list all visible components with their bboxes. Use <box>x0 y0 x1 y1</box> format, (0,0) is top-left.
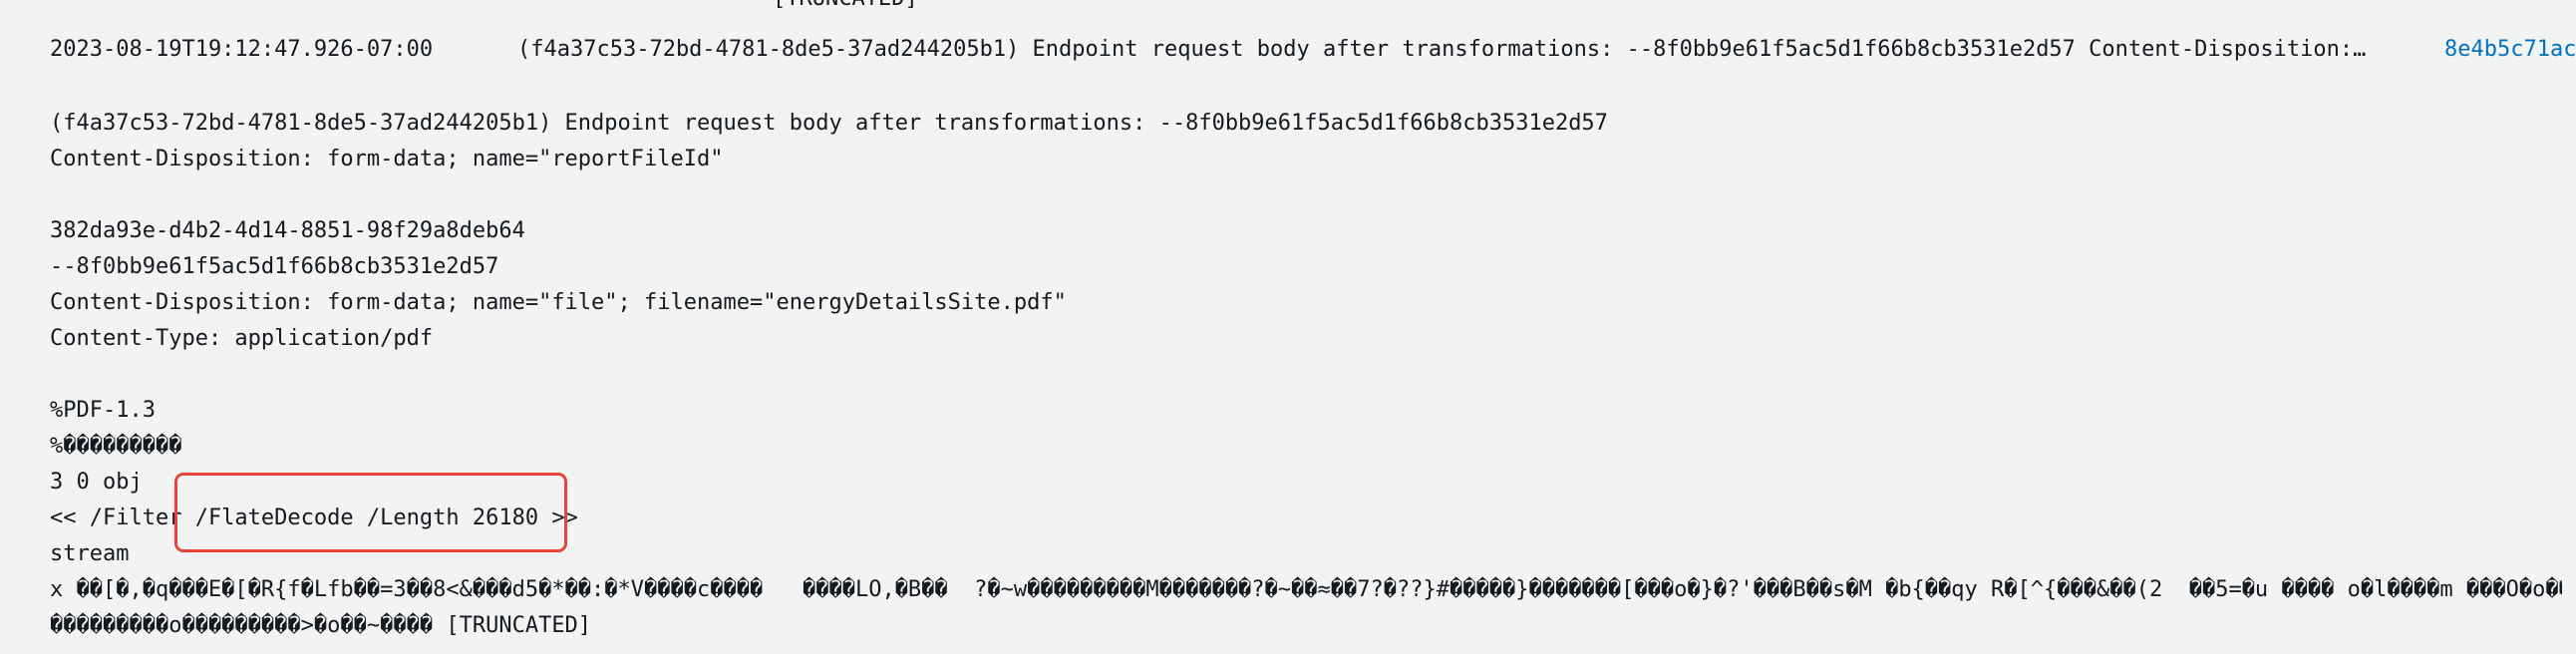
detail-line <box>50 177 2562 213</box>
log-event-detail: (f4a37c53-72bd-4781-8de5-37ad244205b1) E… <box>50 106 2562 644</box>
detail-line: x ��[�,�q���E�[�R{f�Lfb��=3��8<&���d5�*�… <box>50 577 2562 602</box>
detail-line: 382da93e-d4b2-4d14-8851-98f29a8deb64 <box>50 218 525 243</box>
log-event-summary-message: (f4a37c53-72bd-4781-8de5-37ad244205b1) E… <box>517 37 2367 62</box>
log-event-timestamp: 2023-08-19T19:12:47.926-07:00 <box>50 37 434 62</box>
log-event-summary-row[interactable]: 2023-08-19T19:12:47.926-07:00 (f4a37c53-… <box>0 30 2576 70</box>
log-stream-link[interactable]: 8e4b5c71ac <box>2444 30 2576 70</box>
detail-line: --8f0bb9e61f5ac5d1f66b8cb3531e2d57 <box>50 254 499 279</box>
previous-event-truncated-text: [TRUNCATED] <box>773 0 918 10</box>
detail-line: ���������o���������>�o��~���� [TRUNCATED… <box>50 613 592 638</box>
annotation-highlight-box <box>174 473 567 552</box>
detail-line: %��������� <box>50 434 182 459</box>
detail-line: (f4a37c53-72bd-4781-8de5-37ad244205b1) E… <box>50 111 1608 136</box>
detail-line: Content-Type: application/pdf <box>50 326 434 351</box>
detail-line: %PDF-1.3 <box>50 398 156 423</box>
log-events-panel: [TRUNCATED] 2023-08-19T19:12:47.926-07:0… <box>0 0 2576 654</box>
detail-line: Content-Disposition: form-data; name="fi… <box>50 290 1067 315</box>
detail-line <box>50 357 2562 393</box>
detail-line: Content-Disposition: form-data; name="re… <box>50 147 724 171</box>
